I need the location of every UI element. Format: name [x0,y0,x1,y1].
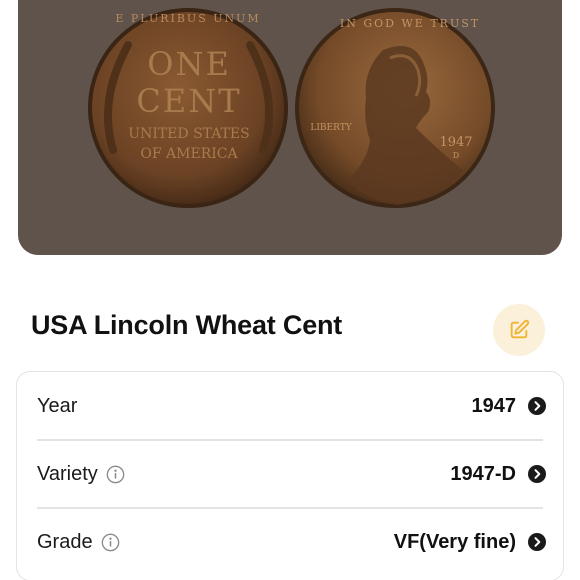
reverse-of-america-text: OF AMERICA [140,146,238,162]
detail-value: VF(Very fine) [393,530,516,553]
chevron-right-circle-icon [528,465,546,483]
detail-value: 1947 [471,394,517,417]
obverse-liberty-text: LIBERTY [310,123,352,133]
detail-label: Variety [37,462,98,485]
detail-row-year[interactable]: Year 1947 [37,372,546,440]
info-icon[interactable] [106,465,125,484]
obverse-year-text: 1947 [439,135,472,150]
details-card: Year 1947 Variety 1947-D Grade VF(Very f… [16,371,564,580]
detail-label: Grade [37,530,93,553]
reverse-cent-text: CENT [136,82,241,120]
coin-photo: E PLURIBUS UNUM ONE CENT UNITED STATES O… [18,0,562,255]
reverse-united-states-text: UNITED STATES [128,126,249,142]
coin-illustration: E PLURIBUS UNUM ONE CENT UNITED STATES O… [88,8,495,208]
reverse-one-text: ONE [147,45,231,83]
obverse-rim-text: IN GOD WE TRUST [340,17,480,30]
edit-icon [508,319,530,341]
chevron-right-circle-icon [528,397,546,415]
detail-row-variety[interactable]: Variety 1947-D [37,440,546,508]
coin-obverse: IN GOD WE TRUST LIBERTY 1947 D [295,8,495,208]
reverse-rim-text: E PLURIBUS UNUM [115,12,260,25]
obverse-mint-text: D [453,151,459,160]
detail-label: Year [37,394,78,417]
chevron-right-circle-icon [528,533,546,551]
coin-title: USA Lincoln Wheat Cent [31,310,343,340]
coin-reverse: E PLURIBUS UNUM ONE CENT UNITED STATES O… [88,8,288,208]
edit-button[interactable] [493,304,545,356]
info-icon[interactable] [101,533,120,552]
detail-row-grade[interactable]: Grade VF(Very fine) [37,508,546,576]
detail-value: 1947-D [450,462,516,485]
